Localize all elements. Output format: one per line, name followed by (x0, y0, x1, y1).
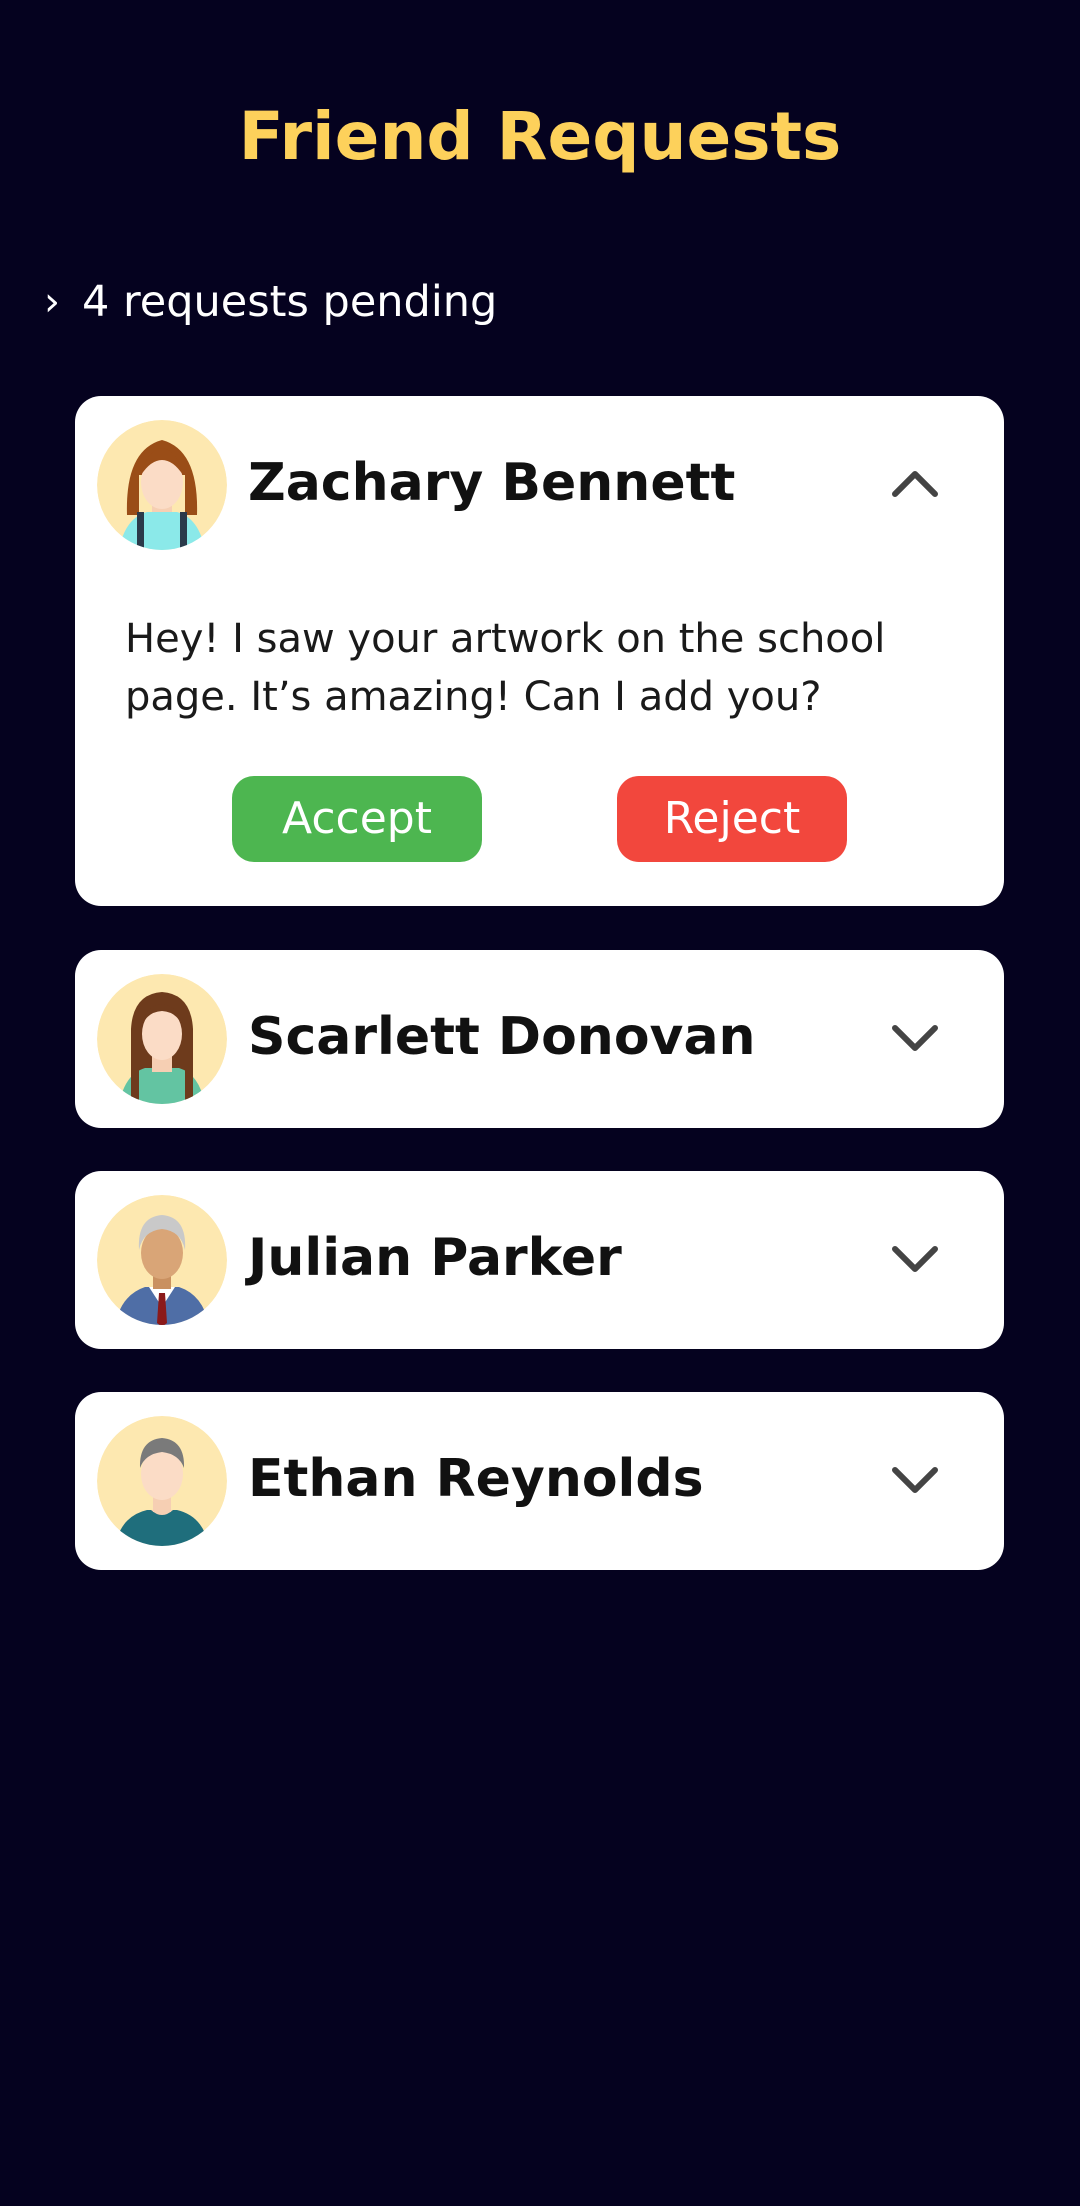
chevron-down-icon[interactable] (890, 1237, 940, 1281)
avatar (97, 1195, 227, 1325)
requester-name: Ethan Reynolds (248, 1449, 704, 1509)
requester-name: Zachary Bennett (248, 453, 736, 513)
request-card-scarlett-donovan[interactable]: Scarlett Donovan (75, 950, 1004, 1128)
request-card-julian-parker[interactable]: Julian Parker (75, 1171, 1004, 1349)
request-card-header[interactable]: Zachary Bennett (75, 396, 1004, 572)
pending-requests-label: 4 requests pending (82, 277, 498, 327)
chevron-down-icon[interactable] (890, 1016, 940, 1060)
page-title: Friend Requests (238, 98, 842, 175)
pending-requests-toggle[interactable]: › 4 requests pending (44, 274, 497, 330)
accept-button[interactable]: Accept (232, 776, 482, 862)
chevron-down-icon[interactable] (890, 1458, 940, 1502)
requester-name: Julian Parker (248, 1228, 622, 1288)
avatar (97, 1416, 227, 1546)
reject-button[interactable]: Reject (617, 776, 847, 862)
request-card-header[interactable]: Scarlett Donovan (75, 950, 1004, 1126)
chevron-up-icon[interactable] (890, 462, 940, 506)
request-card-zachary-bennett: Zachary Bennett Hey! I saw your artwork … (75, 396, 1004, 906)
request-card-header[interactable]: Julian Parker (75, 1171, 1004, 1347)
request-card-header[interactable]: Ethan Reynolds (75, 1392, 1004, 1568)
request-message: Hey! I saw your artwork on the school pa… (125, 616, 886, 720)
avatar (97, 974, 227, 1104)
requester-name: Scarlett Donovan (248, 1007, 756, 1067)
request-card-ethan-reynolds[interactable]: Ethan Reynolds (75, 1392, 1004, 1570)
chevron-right-icon: › (44, 279, 60, 325)
avatar (97, 420, 227, 550)
